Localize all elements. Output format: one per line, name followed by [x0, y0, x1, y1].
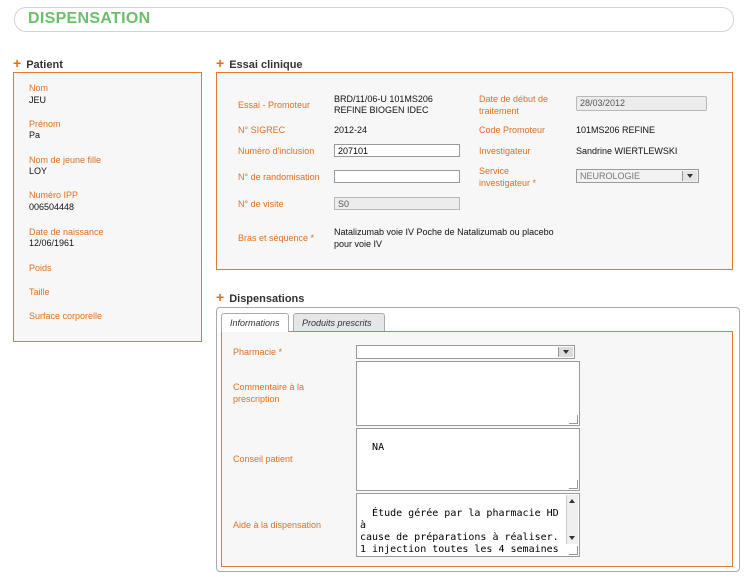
date-debut-input: 28/03/2012 — [576, 96, 707, 111]
promoteur-label: Essai - Promoteur — [238, 100, 311, 110]
visite-label: N° de visite — [238, 199, 284, 209]
patient-header-label: Patient — [26, 59, 63, 71]
conseil-text: NA — [372, 442, 385, 453]
date-debut-label-2: traitement — [479, 106, 520, 116]
bras-value-2: pour voie IV — [334, 239, 383, 249]
sigrec-value: 2012-24 — [334, 125, 368, 135]
commentaire-label-1: Commentaire à la — [233, 382, 305, 392]
conseil-textarea[interactable]: NA — [356, 428, 580, 491]
essai-section-header[interactable]: + Essai clinique — [216, 55, 303, 71]
tab-produits-prescrits[interactable]: Produits prescrits — [293, 313, 385, 332]
patient-naissance-value: 12/06/1961 — [29, 238, 75, 248]
promoteur-value-1: BRD/11/06-U 101MS206 — [334, 94, 433, 104]
patient-nom-jeune-fille-label: Nom de jeune fille — [29, 155, 102, 165]
pharmacie-label: Pharmacie * — [233, 347, 283, 357]
chevron-down-icon[interactable] — [558, 347, 573, 357]
patient-nom-label: Nom — [29, 83, 49, 93]
patient-taille-label: Taille — [29, 287, 50, 297]
service-select[interactable]: NEUROLOGIE — [576, 169, 699, 183]
dispensations-header-label: Dispensations — [229, 293, 305, 305]
patient-nom-jeune-fille-value: LOY — [29, 166, 48, 176]
investigateur-value: Sandrine WIERTLEWSKI — [576, 146, 678, 156]
aide-text: Étude gérée par la pharmacie HD à cause … — [360, 508, 559, 555]
expand-plus-icon[interactable]: + — [216, 289, 224, 305]
bras-value-1: Natalizumab voie IV Poche de Natalizumab… — [334, 227, 554, 237]
patient-ipp-label: Numéro IPP — [29, 190, 79, 200]
resize-grip-icon[interactable] — [569, 546, 578, 555]
resize-grip-icon[interactable] — [569, 415, 578, 424]
scroll-down-icon[interactable] — [569, 536, 575, 540]
inclusion-input[interactable]: 207101 — [334, 144, 460, 157]
inclusion-label: Numéro d'inclusion — [238, 146, 315, 156]
dispensations-section-header[interactable]: + Dispensations — [216, 289, 304, 305]
bras-label: Bras et séquence * — [238, 233, 315, 243]
pharmacie-select[interactable] — [356, 345, 575, 359]
patient-naissance-label: Date de naissance — [29, 227, 104, 237]
visite-input: S0 — [334, 197, 460, 210]
patient-ipp-value: 006504448 — [29, 202, 75, 212]
scroll-up-icon[interactable] — [569, 499, 575, 503]
code-promoteur-label: Code Promoteur — [479, 125, 546, 135]
aide-label: Aide à la dispensation — [233, 520, 322, 530]
aide-textarea[interactable]: Étude gérée par la pharmacie HD à cause … — [356, 493, 580, 557]
service-select-value: NEUROLOGIE — [580, 171, 641, 181]
code-promoteur-value: 101MS206 REFINE — [576, 125, 656, 135]
resize-grip-icon[interactable] — [569, 480, 578, 489]
randomisation-label: N° de randomisation — [238, 172, 320, 182]
conseil-label: Conseil patient — [233, 454, 293, 464]
chevron-down-icon[interactable] — [682, 171, 697, 181]
essai-header-label: Essai clinique — [229, 59, 303, 71]
tab-informations[interactable]: Informations — [221, 313, 289, 332]
patient-surface-label: Surface corporelle — [29, 311, 103, 321]
service-label-1: Service — [479, 166, 510, 176]
expand-plus-icon[interactable]: + — [13, 55, 21, 71]
promoteur-value-2: REFINE BIOGEN IDEC — [334, 105, 429, 115]
patient-section-header[interactable]: + Patient — [13, 55, 63, 71]
patient-prenom-label: Prénom — [29, 119, 61, 129]
patient-nom-value: JEU — [29, 95, 47, 105]
commentaire-textarea[interactable] — [356, 361, 580, 426]
date-debut-label-1: Date de début de — [479, 94, 549, 104]
patient-poids-label: Poids — [29, 263, 52, 273]
expand-plus-icon[interactable]: + — [216, 55, 224, 71]
commentaire-label-2: prescription — [233, 394, 280, 404]
randomisation-input[interactable] — [334, 170, 460, 183]
service-label-2: investigateur * — [479, 178, 537, 188]
patient-prenom-value: Pa — [29, 130, 41, 140]
sigrec-label: N° SIGREC — [238, 125, 286, 135]
page-title: DISPENSATION — [28, 10, 151, 27]
textarea-scrollbar[interactable] — [566, 495, 578, 544]
investigateur-label: Investigateur — [479, 146, 531, 156]
